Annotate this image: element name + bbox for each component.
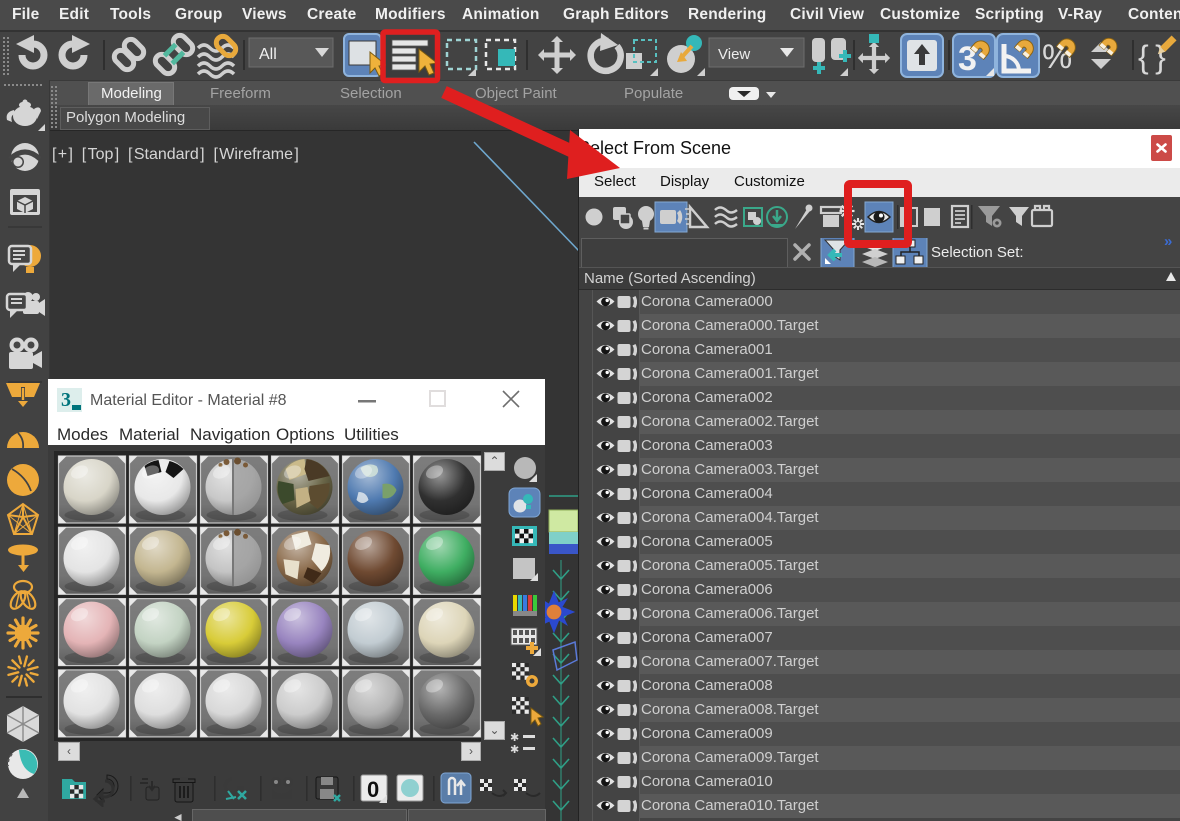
- svg-text:View: View: [718, 46, 750, 63]
- svg-text:✱: ✱: [510, 744, 519, 756]
- svg-text:All: All: [259, 46, 277, 63]
- svg-text:✱: ✱: [510, 732, 519, 744]
- svg-text:{ }: { }: [1138, 39, 1166, 75]
- svg-text:0: 0: [367, 777, 379, 802]
- svg-text:3: 3: [61, 389, 71, 411]
